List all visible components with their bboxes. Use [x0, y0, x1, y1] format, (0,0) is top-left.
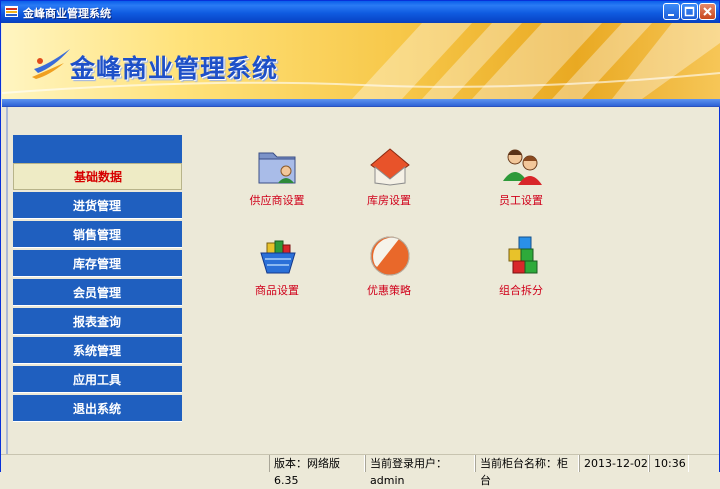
sidebar-item-sales[interactable]: 销售管理: [13, 221, 182, 248]
main-panel: 供应商设置 库房设置 员工设置 商品设置 优惠策略 组合拆分: [185, 107, 719, 454]
tile-label: 组合拆分: [499, 284, 543, 297]
tile-label: 商品设置: [255, 284, 299, 297]
minimize-button[interactable]: [663, 3, 680, 20]
sidebar-item-label: 基础数据: [74, 170, 123, 184]
sidebar-item-exit[interactable]: 退出系统: [13, 395, 182, 422]
tile-label: 优惠策略: [367, 284, 411, 297]
app-icon: [5, 6, 18, 17]
sidebar-item-system[interactable]: 系统管理: [13, 337, 182, 364]
sidebar-item-label: 会员管理: [73, 285, 122, 300]
tile-discount-policy[interactable]: 优惠策略: [339, 235, 439, 303]
sidebar-item-members[interactable]: 会员管理: [13, 279, 182, 306]
tile-label: 库房设置: [367, 194, 411, 207]
sidebar-item-label: 退出系统: [73, 401, 122, 416]
maximize-button[interactable]: [681, 3, 698, 20]
app-window: 金峰商业管理系统 金峰商业管理系统 基础数据 进货管理 销售管理 库存管理 会员…: [0, 0, 720, 487]
tile-warehouse-settings[interactable]: 库房设置: [339, 145, 439, 213]
supplier-folder-icon: [258, 152, 296, 184]
minimize-icon: [668, 14, 674, 16]
tile-staff-settings[interactable]: 员工设置: [471, 145, 571, 213]
tile-supplier-settings[interactable]: 供应商设置: [227, 145, 327, 213]
tile-label: 员工设置: [499, 194, 543, 207]
sidebar-item-basic-data[interactable]: 基础数据: [13, 163, 182, 190]
sidebar-item-label: 进货管理: [73, 198, 122, 213]
close-icon: [703, 7, 712, 16]
title-bar[interactable]: 金峰商业管理系统: [1, 1, 719, 23]
status-user: 当前登录用户：admin: [365, 455, 475, 487]
status-counter: 当前柜台名称：柜台: [475, 455, 579, 487]
tile-goods-settings[interactable]: 商品设置: [227, 235, 327, 303]
sidebar-item-label: 系统管理: [73, 343, 122, 358]
sidebar-item-label: 报表查询: [73, 314, 122, 329]
sidebar-item-purchase[interactable]: 进货管理: [13, 192, 182, 219]
sidebar-item-label: 应用工具: [73, 372, 122, 387]
app-title: 金峰商业管理系统: [70, 54, 279, 83]
staff-people-icon: [503, 149, 542, 185]
logo-icon: [32, 49, 70, 79]
sidebar-item-tools[interactable]: 应用工具: [13, 366, 182, 393]
sidebar-header: [13, 135, 182, 163]
combine-blocks-icon: [508, 236, 538, 274]
window-title: 金峰商业管理系统: [23, 7, 111, 20]
tile-combine-split[interactable]: 组合拆分: [471, 235, 571, 303]
sidebar-item-reports[interactable]: 报表查询: [13, 308, 182, 335]
sidebar-item-label: 库存管理: [73, 256, 122, 271]
header-divider: [2, 99, 720, 107]
sidebar-item-label: 销售管理: [73, 227, 122, 242]
status-bar: 版本：网络版6.35 当前登录用户：admin 当前柜台名称：柜台 2013-1…: [1, 454, 719, 487]
status-version: 版本：网络版6.35: [269, 455, 365, 487]
status-date: 2013-12-02: [579, 455, 649, 472]
warehouse-house-icon: [370, 148, 410, 186]
maximize-icon: [684, 6, 695, 17]
discount-disc-icon: [370, 236, 410, 276]
close-button[interactable]: [699, 3, 716, 20]
status-time: 10:36: [649, 455, 689, 472]
goods-basket-icon: [260, 240, 296, 274]
header-banner: 金峰商业管理系统: [2, 23, 720, 99]
sidebar-item-inventory[interactable]: 库存管理: [13, 250, 182, 277]
tile-label: 供应商设置: [249, 194, 305, 207]
